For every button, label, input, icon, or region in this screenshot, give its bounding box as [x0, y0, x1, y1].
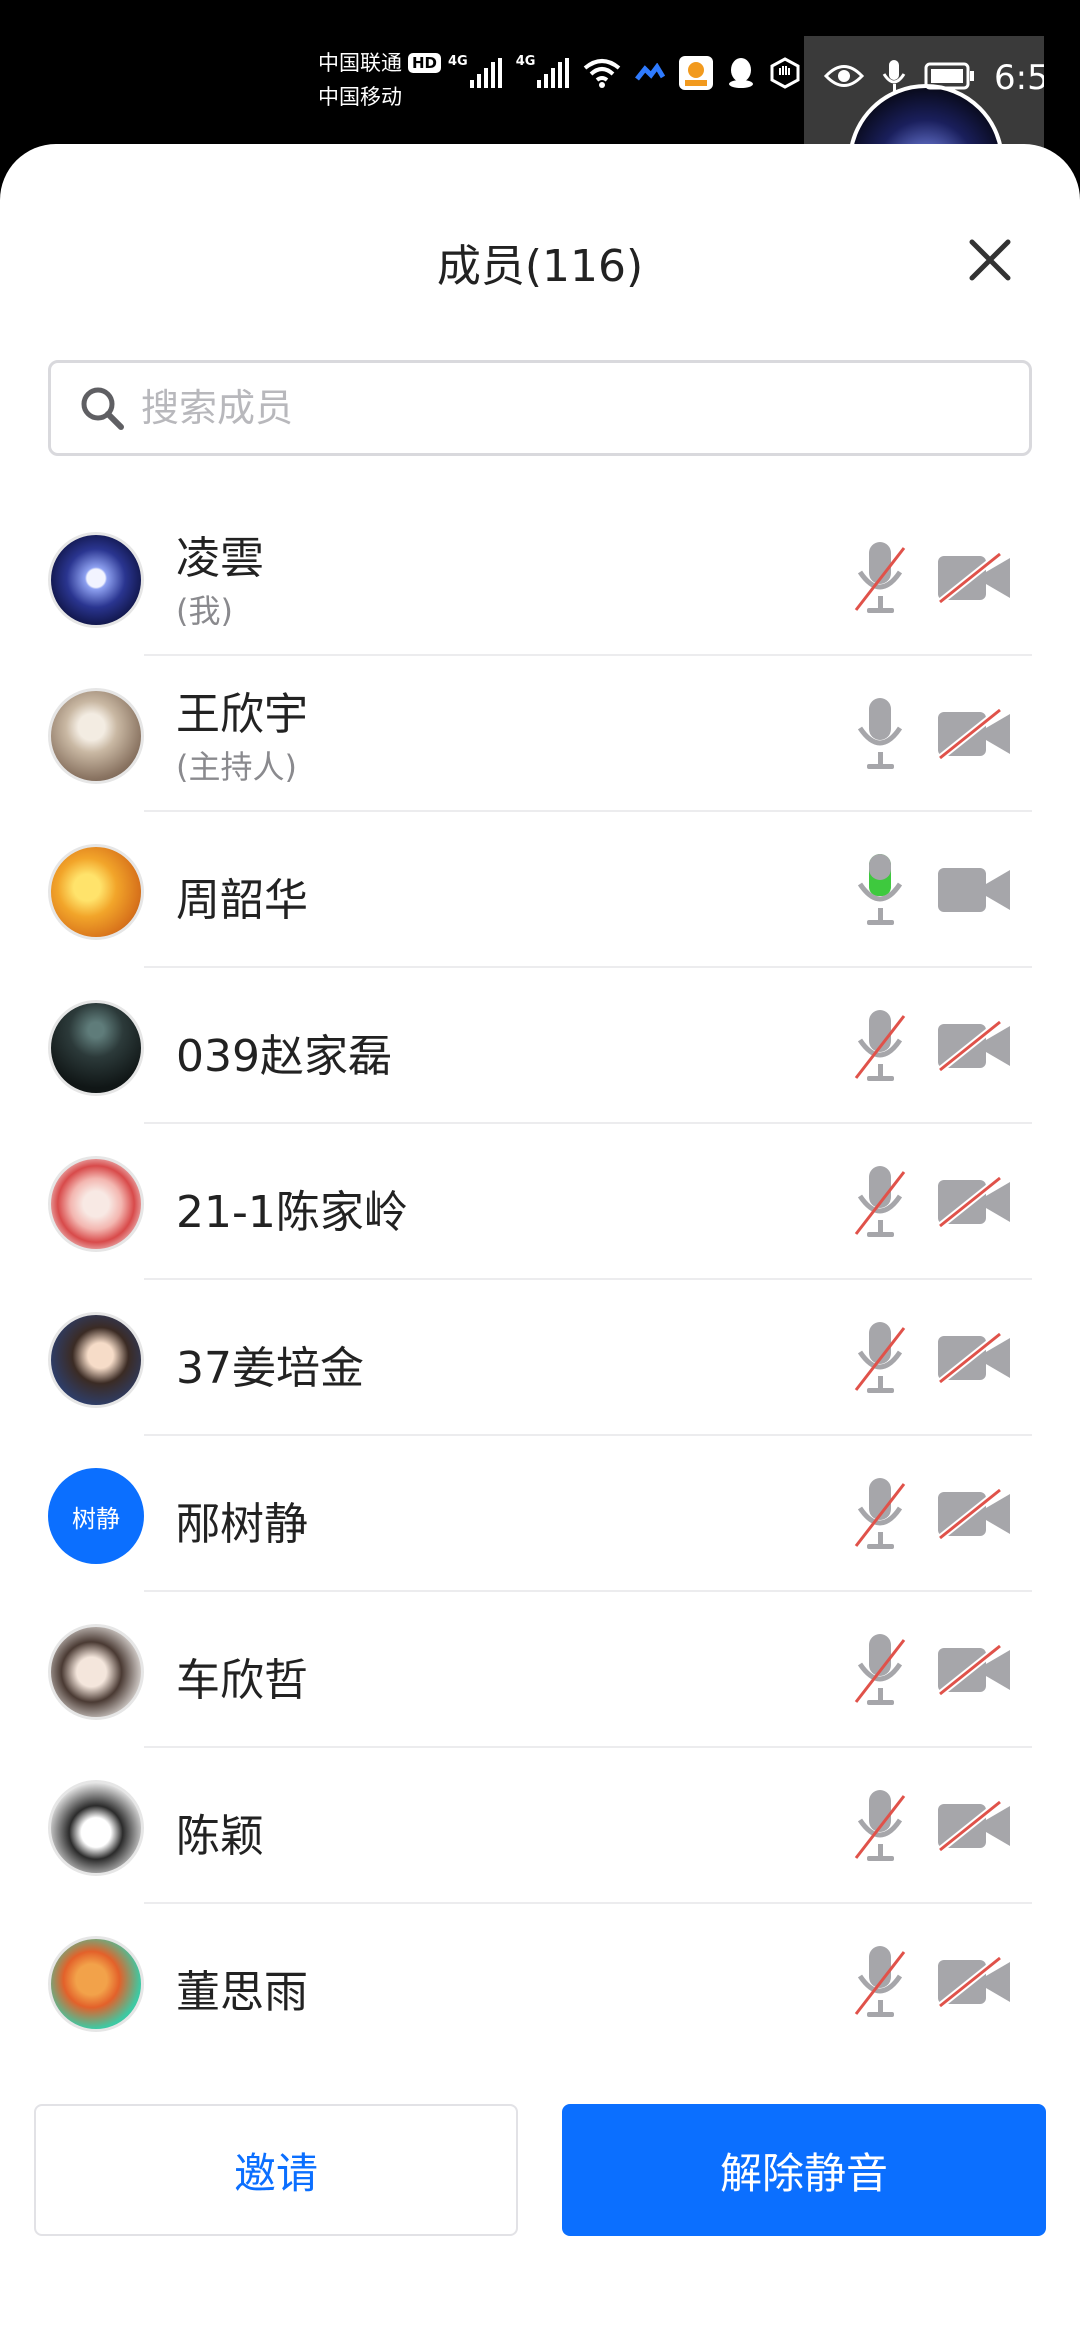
- camera-off-icon[interactable]: [936, 1799, 1012, 1853]
- member-row[interactable]: 董思雨: [0, 1904, 1080, 2060]
- floating-call-panel[interactable]: 6:58: [804, 36, 1044, 150]
- battery-icon: [924, 62, 976, 94]
- mic-speaking-icon[interactable]: [852, 850, 908, 930]
- mic-muted-icon[interactable]: [852, 1942, 908, 2022]
- camera-icon[interactable]: [936, 864, 1012, 916]
- signal-1-icon: 4G: [448, 54, 502, 88]
- app-badge-icon: [679, 56, 714, 90]
- avatar: 树静: [48, 1468, 144, 1564]
- qq-icon: [727, 57, 755, 89]
- avatar: [48, 688, 144, 784]
- member-row[interactable]: 树静 邴树静: [0, 1436, 1080, 1592]
- carrier-2: 中国移动: [318, 85, 402, 109]
- avatar: [48, 1624, 144, 1720]
- shield-icon: [769, 57, 801, 89]
- search-input[interactable]: [141, 386, 961, 430]
- mic-status-icon: [882, 58, 906, 98]
- camera-off-icon[interactable]: [936, 1643, 1012, 1697]
- member-name: 车欣哲: [176, 1655, 308, 1706]
- member-row[interactable]: 王欣宇 (主持人): [0, 656, 1080, 812]
- member-name: 039赵家磊: [176, 1031, 392, 1082]
- avatar: [48, 532, 144, 628]
- carrier-1: 中国联通: [318, 51, 402, 75]
- camera-off-icon[interactable]: [936, 707, 1012, 761]
- network-2-label: 4G: [515, 54, 536, 69]
- close-icon: [969, 239, 1011, 281]
- member-row[interactable]: 车欣哲: [0, 1592, 1080, 1748]
- camera-off-icon[interactable]: [936, 1331, 1012, 1385]
- member-name: 周韶华: [176, 875, 308, 926]
- mic-muted-icon[interactable]: [852, 1474, 908, 1554]
- wifi-icon: [583, 58, 621, 88]
- status-bar: 中国联通 HD 中国移动 4G 4G 6:5: [0, 0, 1080, 150]
- member-name: 21-1陈家岭: [176, 1187, 408, 1238]
- status-icons: 4G 4G: [448, 54, 801, 90]
- invite-button[interactable]: 邀请: [34, 2104, 518, 2236]
- mic-muted-icon[interactable]: [852, 1162, 908, 1242]
- mic-muted-icon[interactable]: [852, 1786, 908, 1866]
- member-name: 王欣宇: [176, 689, 308, 740]
- network-1-label: 4G: [448, 54, 468, 69]
- search-box[interactable]: [48, 360, 1032, 456]
- unmute-button[interactable]: 解除静音: [562, 2104, 1046, 2236]
- member-name: 37姜培金: [176, 1343, 364, 1394]
- search-icon: [81, 387, 124, 430]
- member-list: 凌雲 (我) 王欣宇 (主持人) 周韶华 039赵家磊 21-1陈家岭 37姜培金树静 邴树静车…: [0, 500, 1080, 2060]
- signal-2-icon: 4G: [516, 54, 570, 88]
- avatar: [48, 1936, 144, 2032]
- camera-off-icon[interactable]: [936, 1955, 1012, 2009]
- members-sheet: 成员(116) 凌雲 (我) 王欣宇 (主持人) 周韶华 039赵家磊 21-1陈家岭 37姜…: [0, 144, 1080, 2340]
- avatar: [48, 1156, 144, 1252]
- member-row[interactable]: 凌雲 (我): [0, 500, 1080, 656]
- member-row[interactable]: 陈颖: [0, 1748, 1080, 1904]
- eye-icon: [823, 63, 865, 93]
- app-notify-icon: [635, 63, 666, 83]
- member-name: 凌雲: [176, 533, 264, 584]
- member-role-label: (我): [176, 592, 233, 630]
- avatar: [48, 1000, 144, 1096]
- mic-muted-icon[interactable]: [852, 1630, 908, 1710]
- mic-muted-icon[interactable]: [852, 538, 908, 618]
- member-role-label: (主持人): [176, 748, 297, 786]
- hd-badge: HD: [408, 53, 442, 73]
- member-row[interactable]: 039赵家磊: [0, 968, 1080, 1124]
- avatar: [48, 1312, 144, 1408]
- member-row[interactable]: 21-1陈家岭: [0, 1124, 1080, 1280]
- clock: 6:58: [994, 58, 1044, 98]
- mic-icon[interactable]: [852, 694, 908, 774]
- camera-off-icon[interactable]: [936, 1175, 1012, 1229]
- member-name: 邴树静: [176, 1499, 308, 1550]
- camera-off-icon[interactable]: [936, 1487, 1012, 1541]
- page-title: 成员(116): [436, 241, 644, 292]
- float-status-icons: 6:58: [823, 58, 1044, 98]
- member-row[interactable]: 37姜培金: [0, 1280, 1080, 1436]
- camera-off-icon[interactable]: [936, 1019, 1012, 1073]
- avatar: [48, 844, 144, 940]
- mic-muted-icon[interactable]: [852, 1006, 908, 1086]
- camera-off-icon[interactable]: [936, 551, 1012, 605]
- mic-muted-icon[interactable]: [852, 1318, 908, 1398]
- member-row[interactable]: 周韶华: [0, 812, 1080, 968]
- close-button[interactable]: [960, 230, 1020, 290]
- avatar: [48, 1780, 144, 1876]
- member-name: 陈颖: [176, 1811, 264, 1862]
- member-name: 董思雨: [176, 1967, 308, 2018]
- carrier-info: 中国联通 HD 中国移动: [318, 46, 442, 114]
